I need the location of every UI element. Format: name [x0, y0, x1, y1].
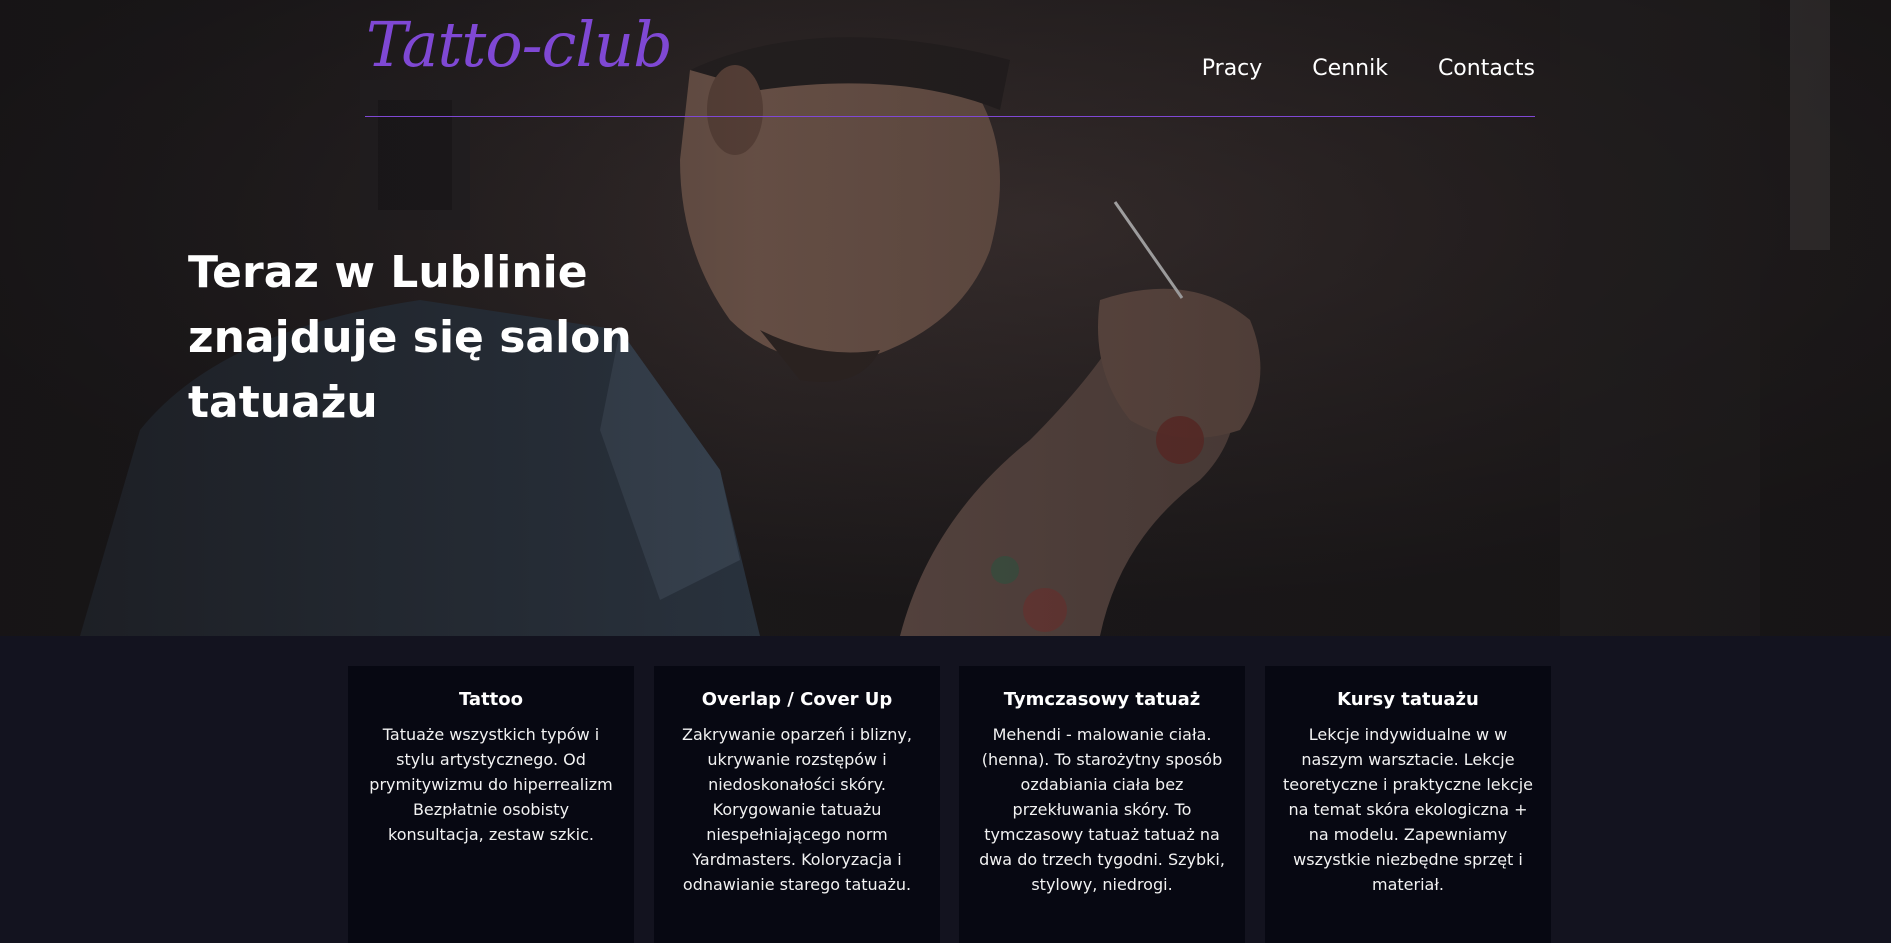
service-card-text: Lekcje indywidualne w w naszym warsztaci…	[1283, 725, 1533, 894]
service-card-title: Tymczasowy tatuaż	[1003, 689, 1201, 710]
service-card-text: Zakrywanie oparzeń i blizny, ukrywanie r…	[682, 725, 912, 894]
service-card-tattoo: Tattoo Tatuaże wszystkich typów i stylu …	[348, 666, 634, 943]
nav-link-cennik[interactable]: Cennik	[1312, 56, 1388, 81]
nav-link-pracy[interactable]: Pracy	[1202, 56, 1263, 81]
service-card-courses: Kursy tatuażu Lekcje indywidualne w w na…	[1265, 666, 1551, 943]
header-divider	[365, 116, 1535, 117]
nav-link-contacts[interactable]: Contacts	[1438, 56, 1535, 81]
service-card-title: Kursy tatuażu	[1337, 689, 1479, 710]
hero-title: Teraz w Lublinie znajduje się salon tatu…	[188, 247, 632, 428]
service-card-text: Tatuaże wszystkich typów i stylu artysty…	[369, 725, 613, 844]
services-section: Tattoo Tatuaże wszystkich typów i stylu …	[0, 636, 1891, 943]
service-card-title: Tattoo	[458, 689, 524, 710]
service-card-temporary-tattoo: Tymczasowy tatuaż Mehendi - malowanie ci…	[959, 666, 1245, 943]
service-card-text: Mehendi - malowanie ciała. (henna). To s…	[979, 725, 1225, 894]
hero-section: Tatto-club Pracy Cennik Contacts Teraz w…	[0, 0, 1891, 636]
service-card-cover-up: Overlap / Cover Up Zakrywanie oparzeń i …	[654, 666, 940, 943]
main-nav: Pracy Cennik Contacts	[1202, 56, 1535, 81]
site-logo[interactable]: Tatto-club	[366, 8, 673, 81]
service-card-title: Overlap / Cover Up	[701, 689, 893, 710]
